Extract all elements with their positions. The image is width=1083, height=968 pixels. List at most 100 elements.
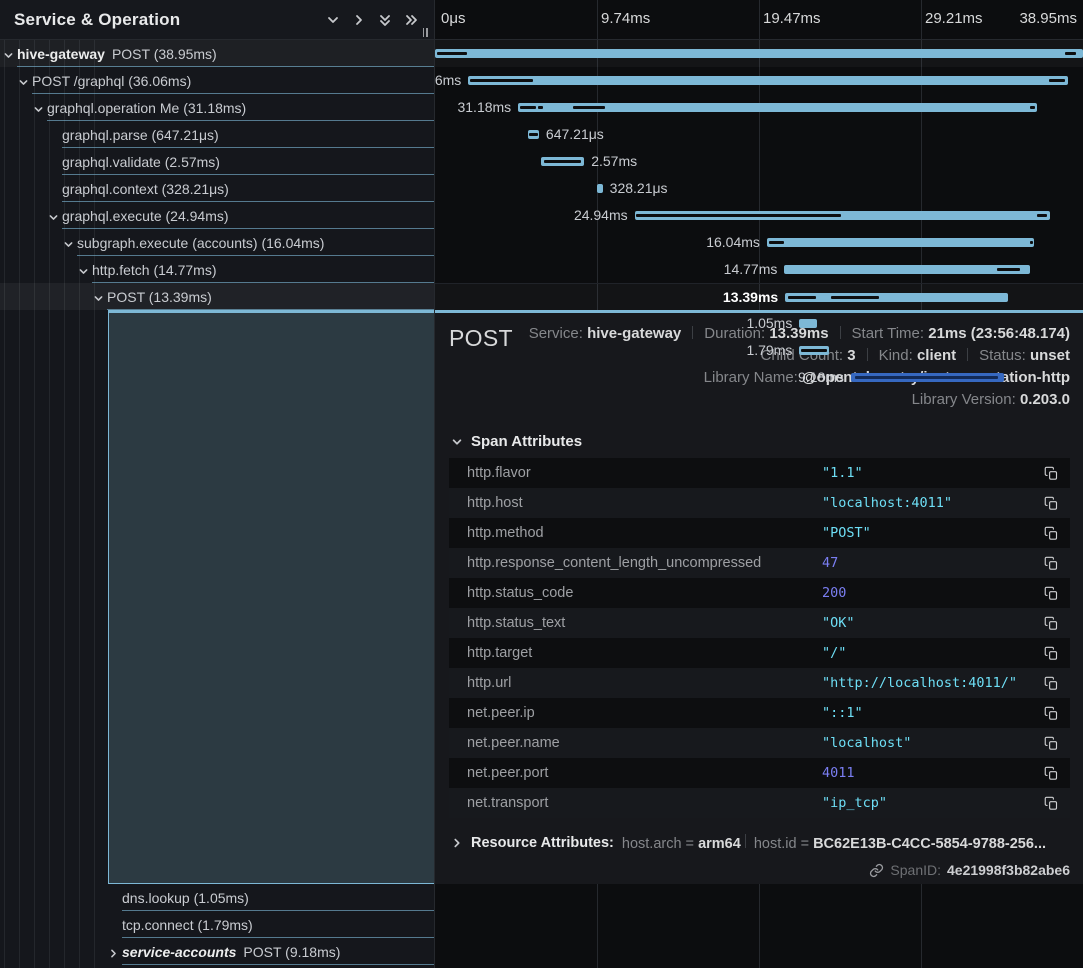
span-bar[interactable]	[541, 157, 584, 166]
span-bar[interactable]	[528, 130, 539, 139]
attribute-value: 47	[822, 555, 1040, 571]
collapse-one-icon[interactable]	[320, 7, 346, 33]
tree-row[interactable]: graphql.execute (24.94ms)	[0, 202, 434, 229]
tree-row[interactable]: graphql.parse (647.21μs)	[0, 121, 434, 148]
column-resize-grip[interactable]	[420, 26, 430, 38]
span-bar[interactable]	[635, 211, 1050, 220]
expand-one-icon[interactable]	[346, 7, 372, 33]
chevron-down-icon[interactable]	[63, 237, 74, 253]
child-span-mark	[831, 296, 879, 299]
operation-name: graphql.validate (2.57ms)	[62, 154, 220, 170]
tree-row[interactable]: graphql.operation Me (31.18ms)	[0, 94, 434, 121]
child-span-mark	[437, 52, 468, 55]
operation-name: dns.lookup (1.05ms)	[122, 890, 249, 906]
attribute-value: "http://localhost:4011/"	[822, 675, 1040, 691]
child-span-mark	[1065, 52, 1076, 55]
attribute-key: http.host	[467, 495, 822, 511]
tree-row[interactable]: service-accountsPOST (9.18ms)	[0, 938, 434, 965]
resource-attributes-items: host.arch = arm64 host.id = BC62E13B-C4C…	[622, 834, 1046, 852]
copy-icon[interactable]	[1040, 552, 1062, 574]
span-bar[interactable]	[518, 103, 1037, 112]
copy-icon[interactable]	[1040, 762, 1062, 784]
attribute-key: http.method	[467, 525, 822, 541]
chevron-down-icon[interactable]	[3, 48, 14, 64]
chevron-down-icon[interactable]	[78, 264, 89, 280]
ruler-tick: 9.74ms	[601, 10, 650, 27]
copy-icon[interactable]	[1040, 702, 1062, 724]
copy-icon[interactable]	[1040, 462, 1062, 484]
span-bar[interactable]	[851, 373, 1004, 382]
resource-attributes-row[interactable]: Resource Attributes: host.arch = arm64 h…	[451, 834, 1070, 852]
chevron-down-icon[interactable]	[48, 210, 59, 226]
span-attributes-header[interactable]: Span Attributes	[451, 433, 1070, 450]
tree-row[interactable]: hive-gateway POST (38.95ms)	[0, 40, 434, 67]
tree-rows-bottom: dns.lookup (1.05ms) tcp.connect (1.79ms) s…	[0, 884, 434, 965]
attribute-value: "ip_tcp"	[822, 795, 1040, 811]
child-span-mark	[855, 376, 998, 379]
link-icon	[869, 863, 884, 878]
span-duration-label: 14.77ms	[724, 256, 778, 283]
span-duration-label: 16.04ms	[706, 229, 760, 256]
copy-icon[interactable]	[1040, 582, 1062, 604]
ruler-tick: 38.95ms	[1019, 10, 1077, 27]
child-span-mark	[1037, 214, 1047, 217]
attribute-row: http.status_text"OK"	[449, 608, 1070, 638]
span-duration-label: 31.18ms	[457, 94, 511, 121]
attribute-key: http.flavor	[467, 465, 822, 481]
copy-icon[interactable]	[1040, 672, 1062, 694]
span-duration-label: 9.18ms	[798, 364, 844, 391]
tree-row[interactable]: graphql.validate (2.57ms)	[0, 148, 434, 175]
span-meta-line: Library Version: 0.203.0	[513, 389, 1070, 411]
copy-icon[interactable]	[1040, 792, 1062, 814]
span-id-row: SpanID: 4e21998f3b82abe6	[449, 862, 1070, 878]
chevron-right-icon[interactable]	[108, 946, 119, 962]
child-span-mark	[573, 106, 605, 109]
span-duration-label: 24.94ms	[574, 202, 628, 229]
attribute-row: http.status_code200	[449, 578, 1070, 608]
attribute-key: net.peer.port	[467, 765, 822, 781]
ruler-tick: 29.21ms	[925, 10, 983, 27]
copy-icon[interactable]	[1040, 492, 1062, 514]
tree-row[interactable]: subgraph.execute (accounts) (16.04ms)	[0, 229, 434, 256]
operation-name: POST (38.95ms)	[112, 46, 217, 62]
tree-header: Service & Operation	[0, 0, 434, 40]
span-bar[interactable]	[597, 184, 602, 193]
copy-icon[interactable]	[1040, 732, 1062, 754]
tree-row[interactable]: graphql.context (328.21μs)	[0, 175, 434, 202]
span-bar[interactable]	[799, 346, 829, 355]
selected-span-detail-fill	[108, 310, 434, 884]
tree-row[interactable]: POST (13.39ms)	[0, 283, 434, 310]
child-span-mark	[520, 106, 536, 109]
tree-row[interactable]: dns.lookup (1.05ms)	[0, 884, 434, 911]
span-bar[interactable]	[784, 265, 1030, 274]
chevron-down-icon[interactable]	[33, 102, 44, 118]
operation-name: tcp.connect (1.79ms)	[122, 917, 253, 933]
timeline-row: 16.04ms	[435, 229, 1083, 256]
span-bar[interactable]	[799, 319, 816, 328]
collapse-all-icon[interactable]	[372, 7, 398, 33]
attribute-row: http.response_content_length_uncompresse…	[449, 548, 1070, 578]
attribute-value: "/"	[822, 645, 1040, 661]
span-duration-label: 1.05ms	[746, 310, 792, 337]
timeline-panel: 0μs9.74ms19.47ms29.21ms38.95ms 36.06ms31…	[434, 0, 1083, 968]
span-duration-label: 647.21μs	[546, 121, 604, 148]
child-span-mark	[769, 241, 785, 244]
operation-name: POST (9.18ms)	[243, 944, 340, 960]
span-attributes-table: http.flavor"1.1"http.host"localhost:4011…	[449, 458, 1070, 818]
copy-icon[interactable]	[1040, 612, 1062, 634]
span-bar[interactable]	[767, 238, 1034, 247]
span-bar[interactable]	[468, 76, 1068, 85]
tree-row[interactable]: tcp.connect (1.79ms)	[0, 911, 434, 938]
chevron-down-icon[interactable]	[93, 291, 104, 307]
service-name: hive-gateway	[17, 46, 105, 62]
tree-rows-top: hive-gateway POST (38.95ms) POST /graphql …	[0, 40, 434, 310]
copy-icon[interactable]	[1040, 522, 1062, 544]
span-bar[interactable]	[785, 293, 1008, 302]
timeline-row	[435, 40, 1083, 67]
copy-icon[interactable]	[1040, 642, 1062, 664]
span-bar[interactable]	[435, 49, 1083, 58]
span-duration-label: 2.57ms	[591, 148, 637, 175]
tree-row[interactable]: http.fetch (14.77ms)	[0, 256, 434, 283]
tree-row[interactable]: POST /graphql (36.06ms)	[0, 67, 434, 94]
chevron-down-icon[interactable]	[18, 75, 29, 91]
